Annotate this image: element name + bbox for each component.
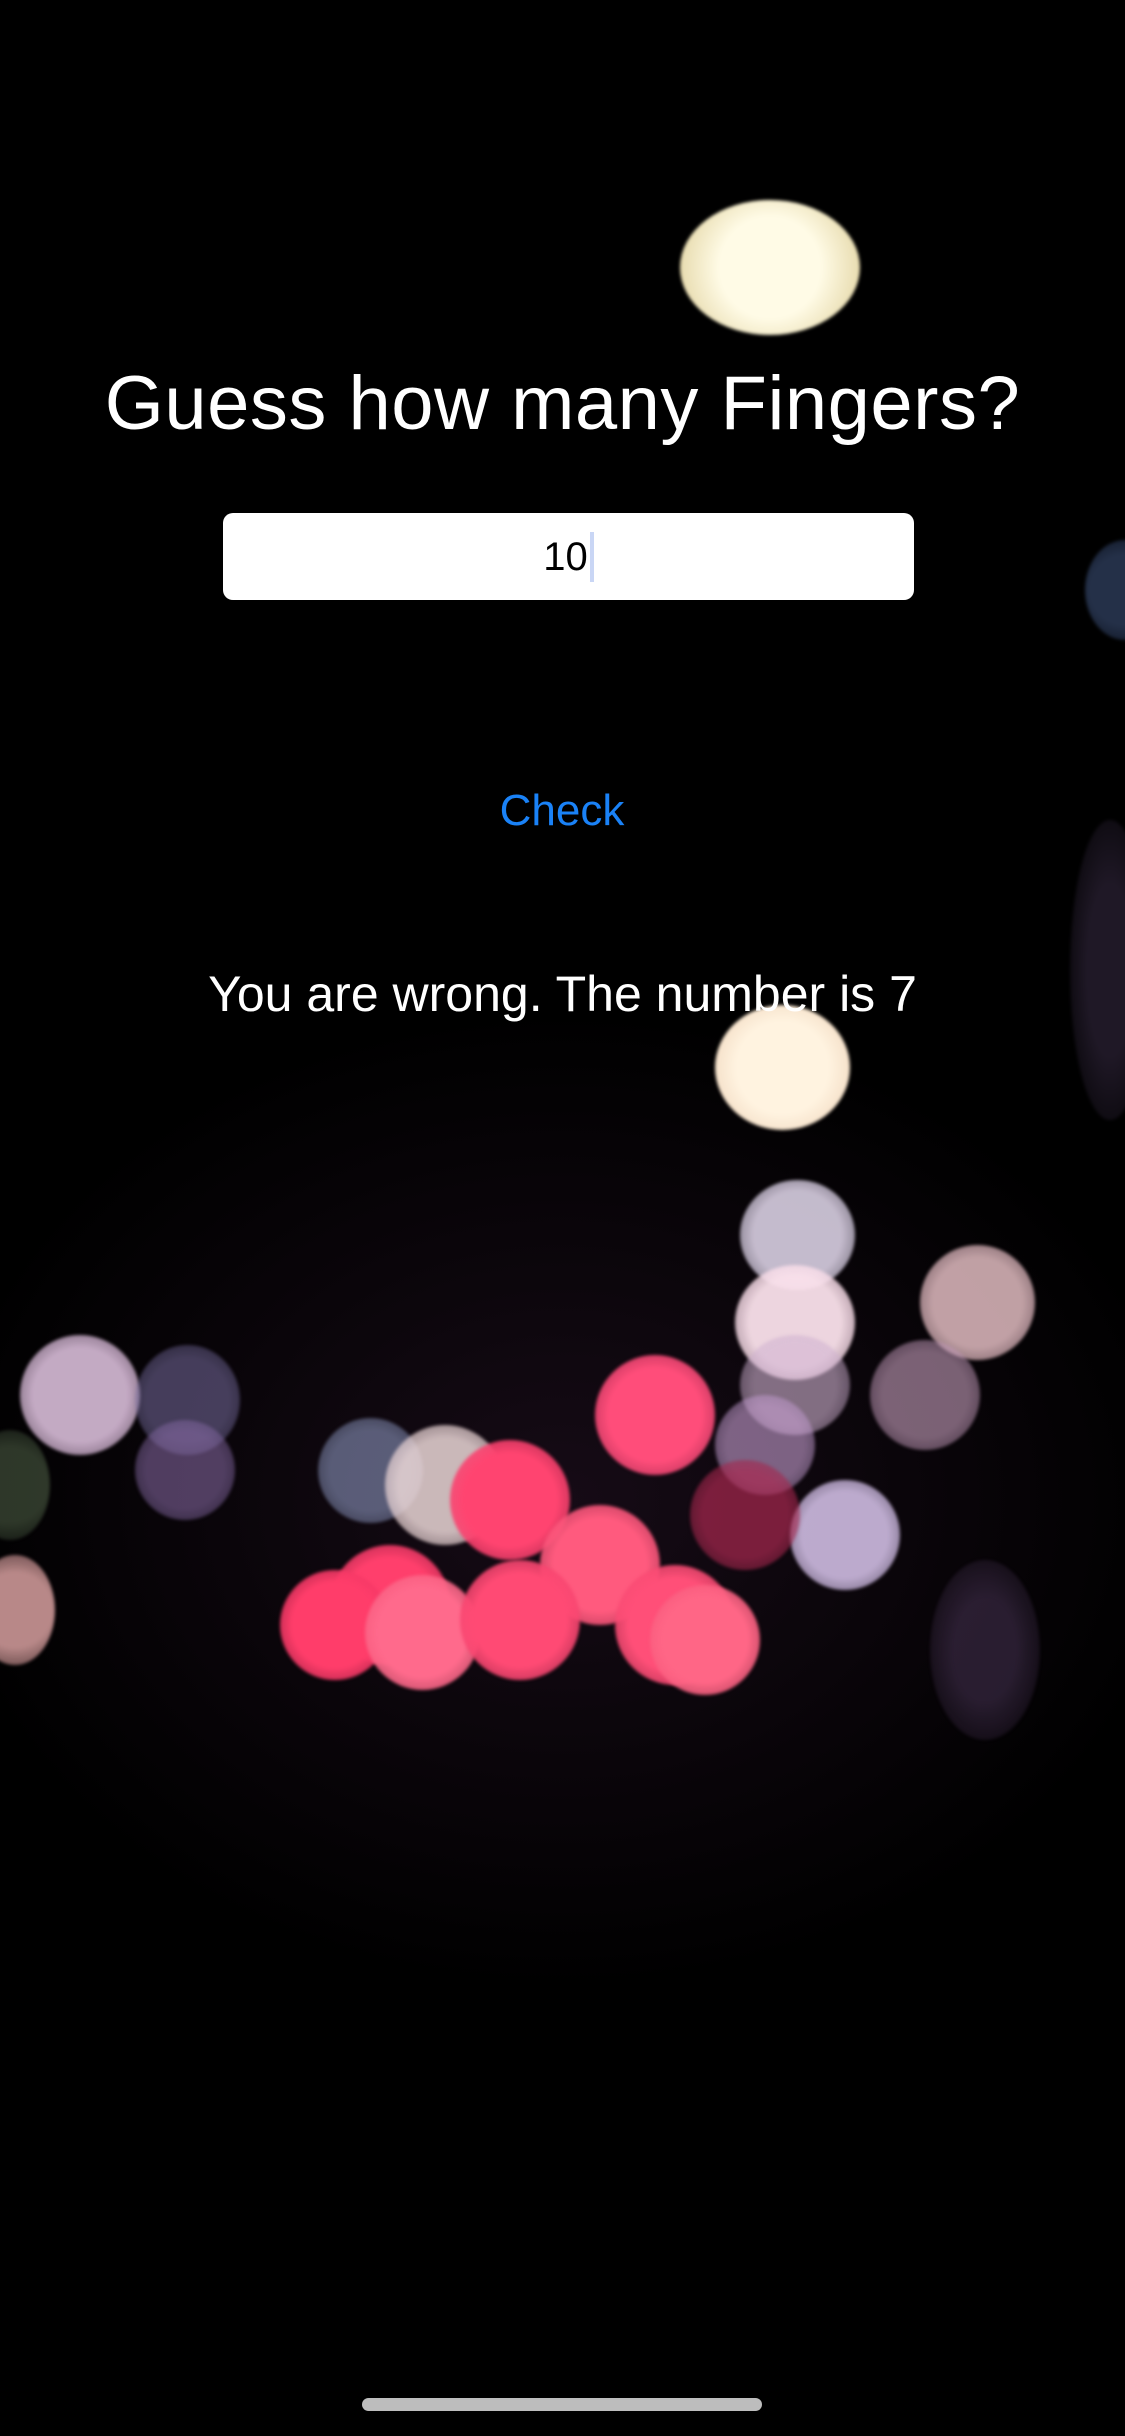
app-screen: Guess how many Fingers? 10 Check You are… xyxy=(0,0,1125,2436)
page-title: Guess how many Fingers? xyxy=(104,361,1021,446)
text-cursor xyxy=(589,531,594,582)
home-indicator[interactable] xyxy=(362,2398,762,2411)
guess-input[interactable]: 10 xyxy=(223,513,914,600)
guess-input-value: 10 xyxy=(543,534,588,579)
check-button[interactable]: Check xyxy=(412,776,712,846)
result-message: You are wrong. The number is 7 xyxy=(208,966,917,1022)
